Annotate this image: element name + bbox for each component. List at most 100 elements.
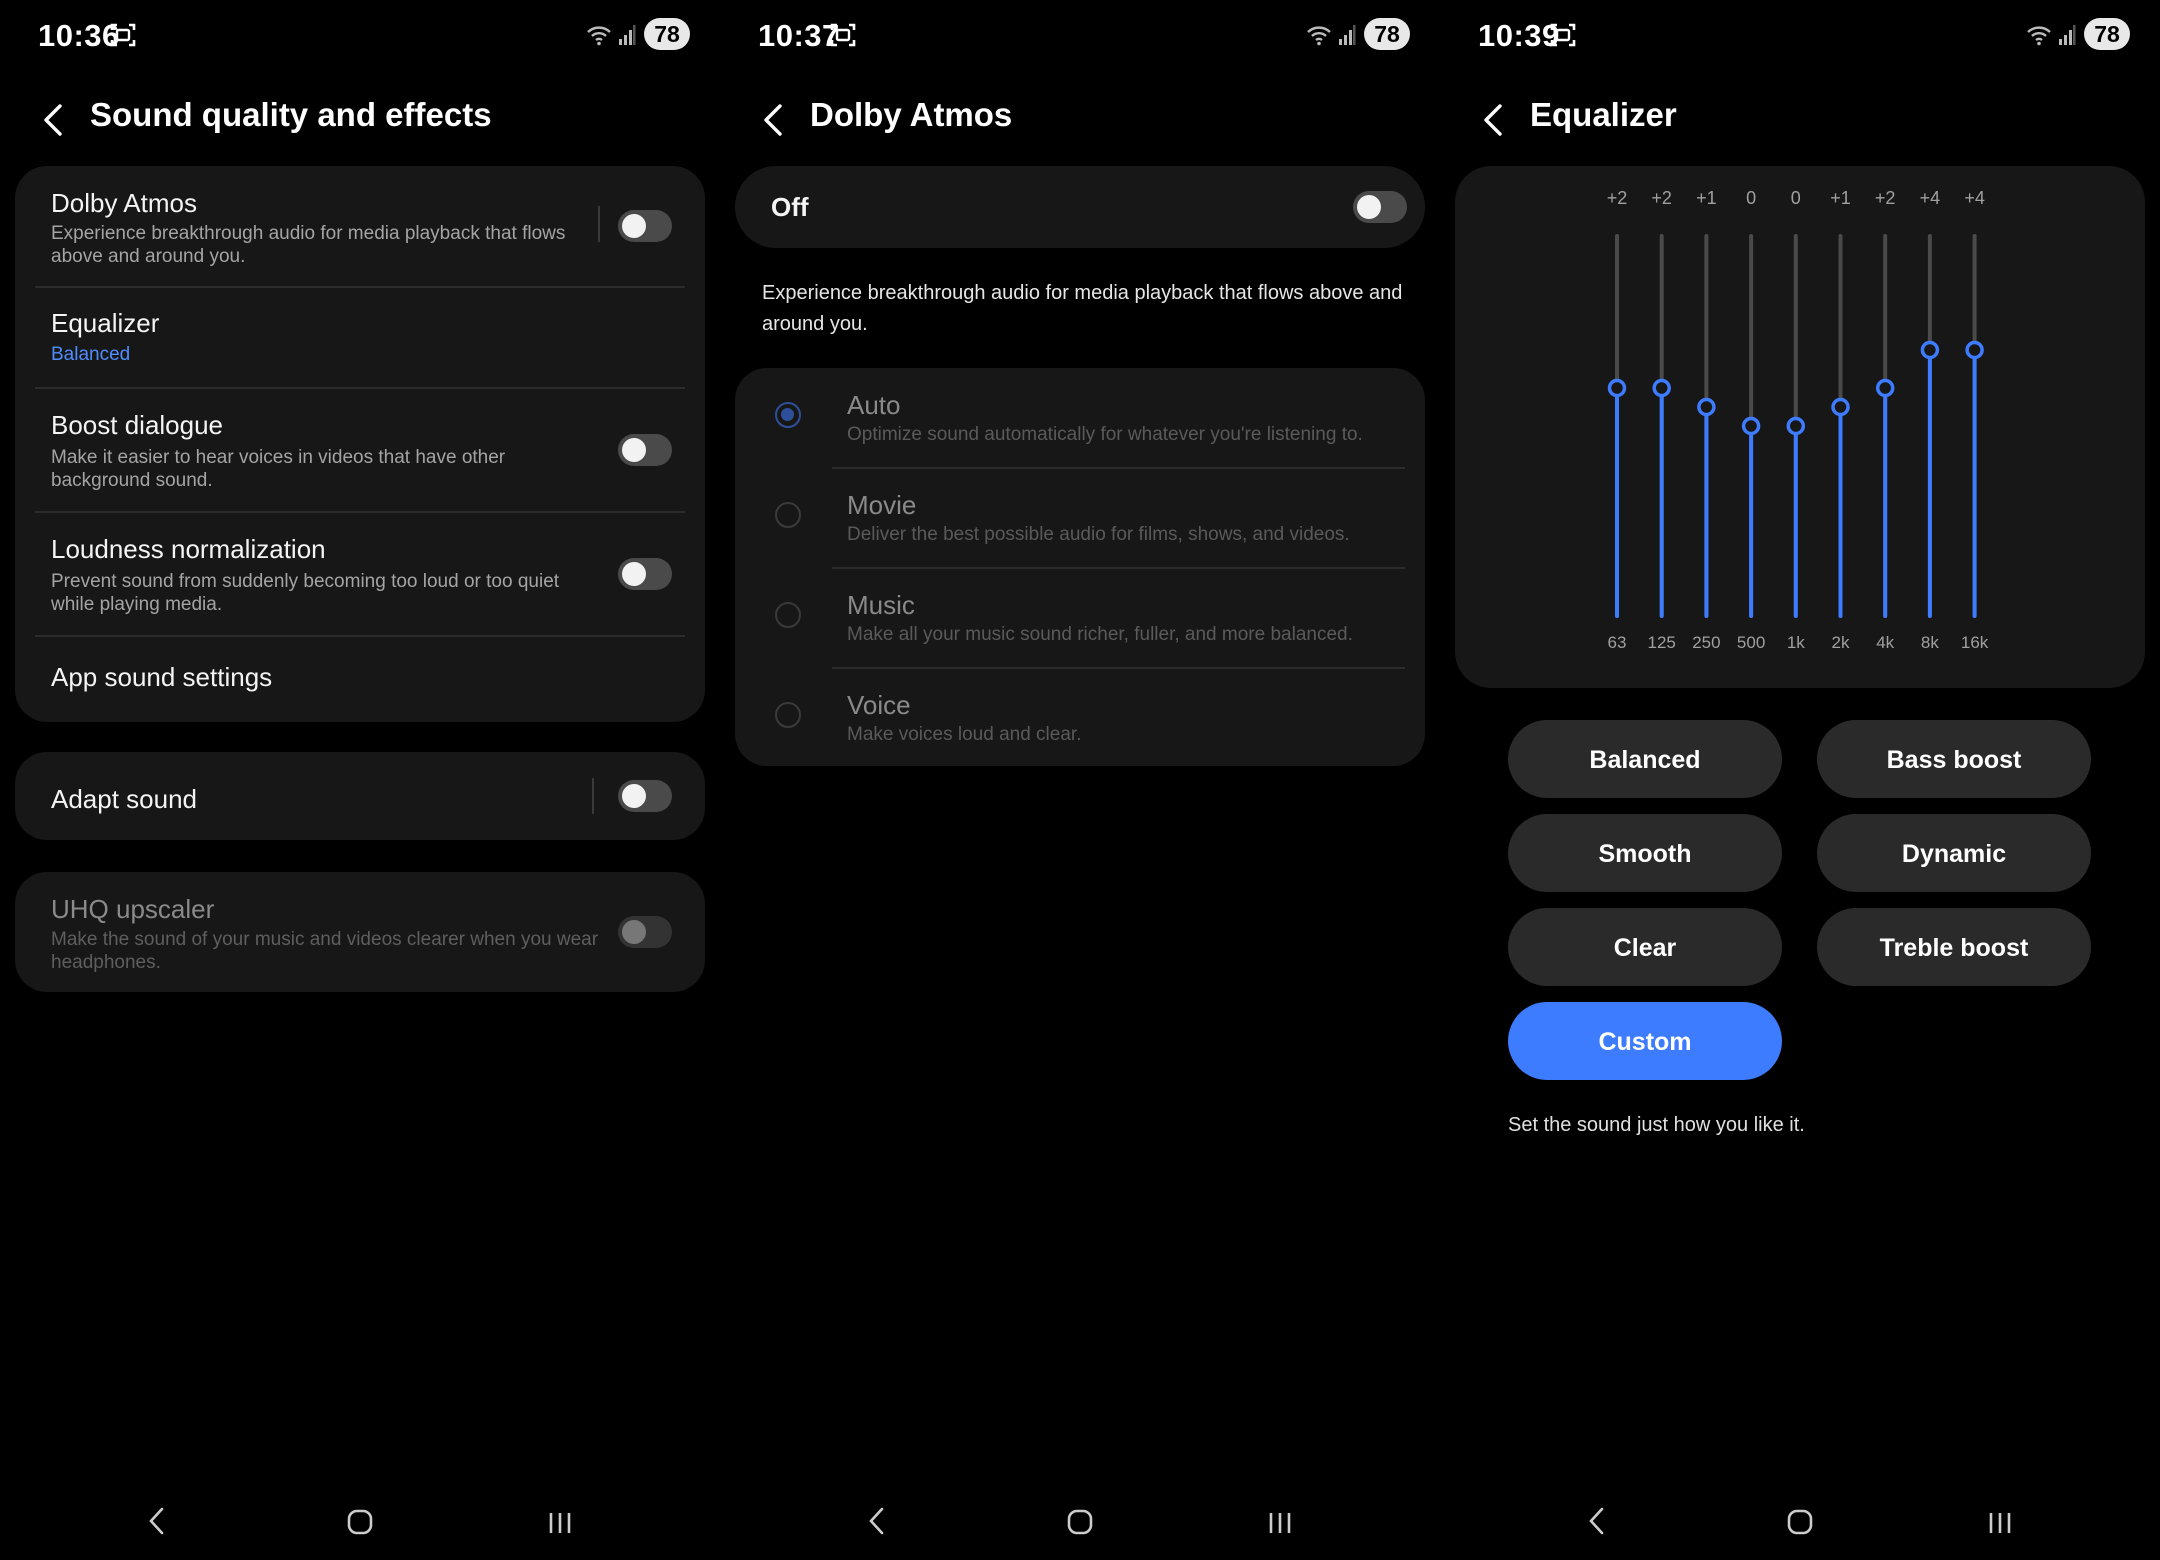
dolby-master-toggle[interactable] bbox=[1353, 191, 1407, 223]
eq-value-label-16k: +4 bbox=[1964, 188, 1985, 208]
mode-auto-desc: Optimize sound automatically for whateve… bbox=[847, 424, 1363, 445]
eq-knob-2k[interactable] bbox=[1831, 397, 1850, 417]
preset-clear-button[interactable]: Clear bbox=[1508, 908, 1782, 986]
eq-band-label-63: 63 bbox=[1608, 633, 1627, 652]
mode-option-movie[interactable]: Movie Deliver the best possible audio fo… bbox=[735, 468, 1425, 568]
app-sound-settings-title: App sound settings bbox=[51, 662, 273, 692]
preset-bass-boost-button[interactable]: Bass boost bbox=[1817, 720, 2091, 798]
boost-dialogue-title: Boost dialogue bbox=[51, 410, 224, 440]
eq-band-label-1k: 1k bbox=[1787, 633, 1805, 652]
wifi-icon bbox=[2027, 26, 2051, 46]
preset-balanced-button[interactable]: Balanced bbox=[1508, 720, 1782, 798]
sound-quality-screen: 10:36 78 Sound quality and effects Dolby… bbox=[0, 0, 720, 1560]
battery-badge: 78 bbox=[2084, 18, 2130, 50]
status-time: 10:36 bbox=[38, 18, 120, 53]
radio-movie[interactable] bbox=[775, 502, 801, 528]
navigation-bar bbox=[1440, 1500, 2160, 1546]
status-time: 10:37 bbox=[758, 18, 840, 53]
nav-back-icon[interactable] bbox=[146, 1506, 168, 1536]
dolby-mode-list: Auto Optimize sound automatically for wh… bbox=[735, 368, 1425, 766]
page-header: Dolby Atmos bbox=[760, 90, 1410, 146]
eq-knob-4k[interactable] bbox=[1875, 378, 1895, 398]
screenshot-icon bbox=[830, 23, 856, 47]
dolby-atmos-desc: Experience breakthrough audio for media … bbox=[51, 223, 566, 267]
loudness-normalization-title: Loudness normalization bbox=[51, 534, 326, 564]
equalizer-row[interactable]: Equalizer Balanced bbox=[35, 288, 685, 388]
page-title: Equalizer bbox=[1530, 96, 1677, 133]
eq-value-label-250: +1 bbox=[1696, 188, 1717, 208]
screenshot-icon bbox=[1550, 23, 1576, 47]
adapt-sound-card[interactable]: Adapt sound bbox=[15, 752, 705, 840]
dolby-atmos-screen: 10:37 78 Dolby Atmos Off Experience brea… bbox=[720, 0, 1440, 1560]
preset-treble-boost-button[interactable]: Treble boost bbox=[1817, 908, 2091, 986]
eq-band-label-125: 125 bbox=[1648, 633, 1676, 652]
eq-knob-63[interactable] bbox=[1607, 378, 1627, 398]
nav-recent-apps-icon[interactable] bbox=[1267, 1510, 1293, 1536]
adapt-sound-toggle[interactable] bbox=[618, 780, 672, 812]
screenshot-icon bbox=[110, 23, 136, 47]
page-header: Sound quality and effects bbox=[40, 90, 690, 146]
mode-movie-title: Movie bbox=[847, 490, 917, 520]
radio-auto[interactable] bbox=[775, 402, 801, 428]
boost-dialogue-toggle[interactable] bbox=[618, 434, 672, 466]
nav-home-icon[interactable] bbox=[1066, 1508, 1094, 1536]
mode-auto-title: Auto bbox=[847, 390, 901, 420]
boost-dialogue-row[interactable]: Boost dialogue Make it easier to hear vo… bbox=[35, 388, 685, 512]
mode-music-title: Music bbox=[847, 590, 915, 620]
equalizer-sliders: +2 63 +2 125 +1 250 0 500 0 1k +1 2k +2 4k +4 8k +4 16k bbox=[1607, 188, 1989, 652]
adapt-sound-title: Adapt sound bbox=[51, 784, 198, 814]
eq-band-label-2k: 2k bbox=[1832, 633, 1850, 652]
nav-back-icon[interactable] bbox=[866, 1506, 888, 1536]
status-bar: 10:37 78 bbox=[758, 18, 1410, 68]
nav-home-icon[interactable] bbox=[346, 1508, 374, 1536]
status-time: 10:39 bbox=[1478, 18, 1560, 53]
dolby-atmos-title: Dolby Atmos bbox=[51, 188, 197, 218]
dolby-master-label: Off bbox=[771, 192, 809, 222]
mode-option-auto[interactable]: Auto Optimize sound automatically for wh… bbox=[735, 368, 1425, 468]
back-arrow-icon[interactable] bbox=[40, 102, 68, 138]
navigation-bar bbox=[0, 1500, 720, 1546]
radio-music[interactable] bbox=[775, 602, 801, 628]
eq-value-label-63: +2 bbox=[1607, 188, 1628, 208]
wifi-icon bbox=[1307, 26, 1331, 46]
eq-value-label-4k: +2 bbox=[1875, 188, 1896, 208]
signal-icon bbox=[2059, 25, 2076, 45]
eq-value-label-8k: +4 bbox=[1920, 188, 1941, 208]
nav-back-icon[interactable] bbox=[1586, 1506, 1608, 1536]
nav-home-icon[interactable] bbox=[1786, 1508, 1814, 1536]
uhq-upscaler-toggle bbox=[618, 916, 672, 948]
nav-recent-apps-icon[interactable] bbox=[547, 1510, 573, 1536]
eq-knob-16k[interactable] bbox=[1965, 340, 1984, 360]
preset-smooth-button[interactable]: Smooth bbox=[1508, 814, 1782, 892]
eq-knob-125[interactable] bbox=[1652, 378, 1671, 398]
eq-band-label-500: 500 bbox=[1737, 633, 1765, 652]
eq-knob-250[interactable] bbox=[1697, 397, 1716, 417]
radio-voice[interactable] bbox=[775, 702, 801, 728]
eq-band-label-4k: 4k bbox=[1876, 633, 1894, 652]
eq-knob-500[interactable] bbox=[1741, 416, 1761, 436]
dolby-atmos-toggle[interactable] bbox=[618, 210, 672, 242]
mode-movie-desc: Deliver the best possible audio for film… bbox=[847, 524, 1350, 545]
preset-dynamic-button[interactable]: Dynamic bbox=[1817, 814, 2091, 892]
dolby-master-switch[interactable]: Off bbox=[735, 166, 1425, 248]
back-arrow-icon[interactable] bbox=[760, 102, 788, 138]
equalizer-value: Balanced bbox=[51, 344, 131, 365]
eq-knob-8k[interactable] bbox=[1920, 340, 1940, 360]
preset-custom-button[interactable]: Custom bbox=[1508, 1002, 1782, 1080]
uhq-upscaler-title: UHQ upscaler bbox=[51, 894, 215, 924]
back-arrow-icon[interactable] bbox=[1480, 102, 1508, 138]
app-sound-settings-row[interactable]: App sound settings bbox=[35, 636, 685, 722]
nav-recent-apps-icon[interactable] bbox=[1987, 1510, 2013, 1536]
mode-option-music[interactable]: Music Make all your music sound richer, … bbox=[735, 568, 1425, 668]
eq-value-label-500: 0 bbox=[1746, 188, 1756, 208]
dolby-atmos-row[interactable]: Dolby Atmos Experience breakthrough audi… bbox=[35, 166, 685, 288]
loudness-normalization-toggle[interactable] bbox=[618, 558, 672, 590]
divider bbox=[592, 778, 594, 814]
eq-knob-1k[interactable] bbox=[1786, 416, 1806, 436]
uhq-upscaler-card: UHQ upscaler Make the sound of your musi… bbox=[15, 872, 705, 992]
page-header: Equalizer bbox=[1480, 90, 2130, 146]
mode-option-voice[interactable]: Voice Make voices loud and clear. bbox=[735, 668, 1425, 766]
loudness-normalization-row[interactable]: Loudness normalization Prevent sound fro… bbox=[35, 512, 685, 636]
page-title: Sound quality and effects bbox=[90, 96, 492, 133]
equalizer-title: Equalizer bbox=[51, 308, 160, 338]
